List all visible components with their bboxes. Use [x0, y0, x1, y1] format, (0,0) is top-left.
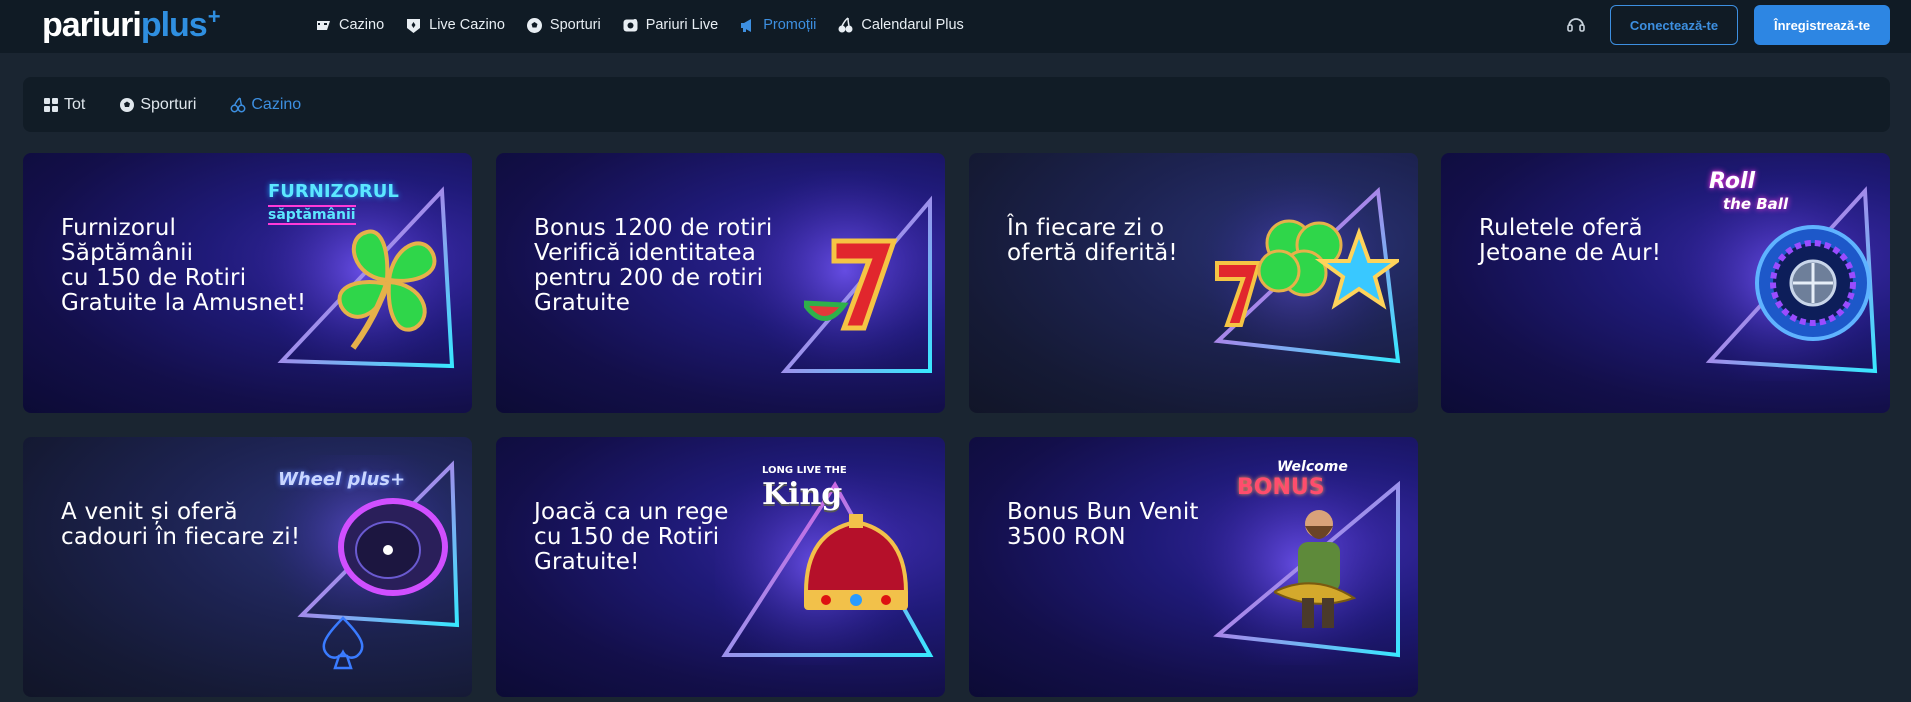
badge-roll: Roll: [1709, 169, 1756, 194]
live-cazino-icon: [405, 17, 422, 34]
megaphone-icon: [739, 17, 756, 34]
cherries-icon: [230, 96, 246, 113]
football-icon: [526, 17, 543, 34]
filter-label: Tot: [64, 95, 86, 113]
badge-furnizorul: FURNIZORUL: [268, 181, 399, 202]
filter-cazino[interactable]: Cazino: [230, 96, 301, 114]
nav-item-cazino[interactable]: Cazino: [315, 0, 384, 50]
cazino-icon: [315, 17, 332, 34]
promo-card-bonus-bun-venit[interactable]: Welcome BONUS Bonus Bun Venit 3500 RON: [969, 437, 1418, 697]
clover-icon: [337, 229, 437, 350]
badge-welcome: Welcome: [1277, 459, 1348, 475]
nav-item-pariuri-live[interactable]: Pariuri Live: [622, 0, 719, 50]
filter-label: Cazino: [251, 95, 302, 113]
top-header: pariuri plus + Cazino Live Cazino Sporturi…: [0, 0, 1911, 53]
grid-icon: [43, 97, 59, 113]
badge-wheel-plus: Wheel plus+: [278, 469, 406, 490]
clover-seven-star-icon: [1215, 219, 1399, 327]
badge-king: King: [762, 477, 843, 512]
fisherman-icon: [1274, 510, 1357, 628]
nav-label: Live Cazino: [429, 17, 505, 33]
promo-title: Furnizorul Săptămânii cu 150 de Rotiri G…: [61, 215, 307, 316]
login-button[interactable]: Conectează-te: [1610, 5, 1738, 45]
filter-sporturi[interactable]: Sporturi: [119, 96, 196, 114]
spade-icon: [322, 616, 364, 670]
promo-title: Bonus Bun Venit 3500 RON: [1007, 499, 1199, 550]
badge-the-ball: the Ball: [1723, 195, 1789, 213]
promo-title: A venit și oferă cadouri în fiecare zi!: [61, 499, 301, 550]
nav-item-live-cazino[interactable]: Live Cazino: [405, 0, 505, 50]
promo-title: Joacă ca un rege cu 150 de Rotiri Gratui…: [534, 499, 729, 575]
promo-title: Ruletele oferă Jetoane de Aur!: [1479, 215, 1662, 266]
promo-card-oferta-zilnica[interactable]: În fiecare zi o ofertă diferită!: [969, 153, 1418, 413]
promo-title: În fiecare zi o ofertă diferită!: [1007, 215, 1178, 266]
live-bet-icon: [622, 17, 639, 34]
promo-card-wheel-plus[interactable]: Wheel plus+ A venit și oferă cadouri în …: [23, 437, 472, 697]
football-icon: [119, 97, 135, 113]
filter-label: Sporturi: [140, 95, 197, 113]
logo-plus-sign: +: [207, 4, 221, 29]
badge-long-live-the: LONG LIVE THE: [762, 465, 847, 476]
nav-label: Cazino: [339, 17, 385, 33]
promo-card-king[interactable]: LONG LIVE THE King Joacă ca un rege cu 1…: [496, 437, 945, 697]
support-headset-icon[interactable]: [1565, 14, 1587, 36]
badge-bonus: BONUS: [1237, 475, 1325, 500]
nav-item-sporturi[interactable]: Sporturi: [526, 0, 601, 50]
main-nav: Cazino Live Cazino Sporturi Pariuri Live…: [315, 0, 985, 50]
filter-tot[interactable]: Tot: [43, 96, 85, 114]
promo-title: Bonus 1200 de rotiri Verifică identitate…: [534, 215, 773, 316]
nav-item-calendarul-plus[interactable]: Calendarul Plus: [837, 0, 964, 50]
logo[interactable]: pariuri plus +: [42, 4, 221, 44]
nav-label: Promoții: [763, 17, 817, 33]
cherries-icon: [837, 16, 854, 34]
nav-label: Pariuri Live: [645, 17, 719, 33]
logo-text-pariuri: pariuri: [42, 6, 142, 44]
nav-item-promotii[interactable]: Promoții: [739, 0, 816, 50]
prize-wheel-icon: [338, 498, 448, 596]
seven-watermelon-icon: [804, 238, 898, 331]
roulette-wheel-icon: [1755, 225, 1871, 341]
crown-icon: [803, 514, 909, 610]
nav-label: Sporturi: [549, 17, 601, 33]
promo-card-ruletele[interactable]: Roll the Ball Ruletele oferă Jetoane de …: [1441, 153, 1890, 413]
promo-filter-bar: Tot Sporturi Cazino: [23, 77, 1890, 132]
logo-text-plus: plus: [140, 6, 208, 44]
promo-card-furnizorul[interactable]: FURNIZORUL săptămânii Furnizorul Săptămâ…: [23, 153, 472, 413]
register-button[interactable]: Înregistrează-te: [1754, 5, 1890, 45]
promo-card-bonus-1200[interactable]: Bonus 1200 de rotiri Verifică identitate…: [496, 153, 945, 413]
nav-label: Calendarul Plus: [861, 17, 964, 33]
